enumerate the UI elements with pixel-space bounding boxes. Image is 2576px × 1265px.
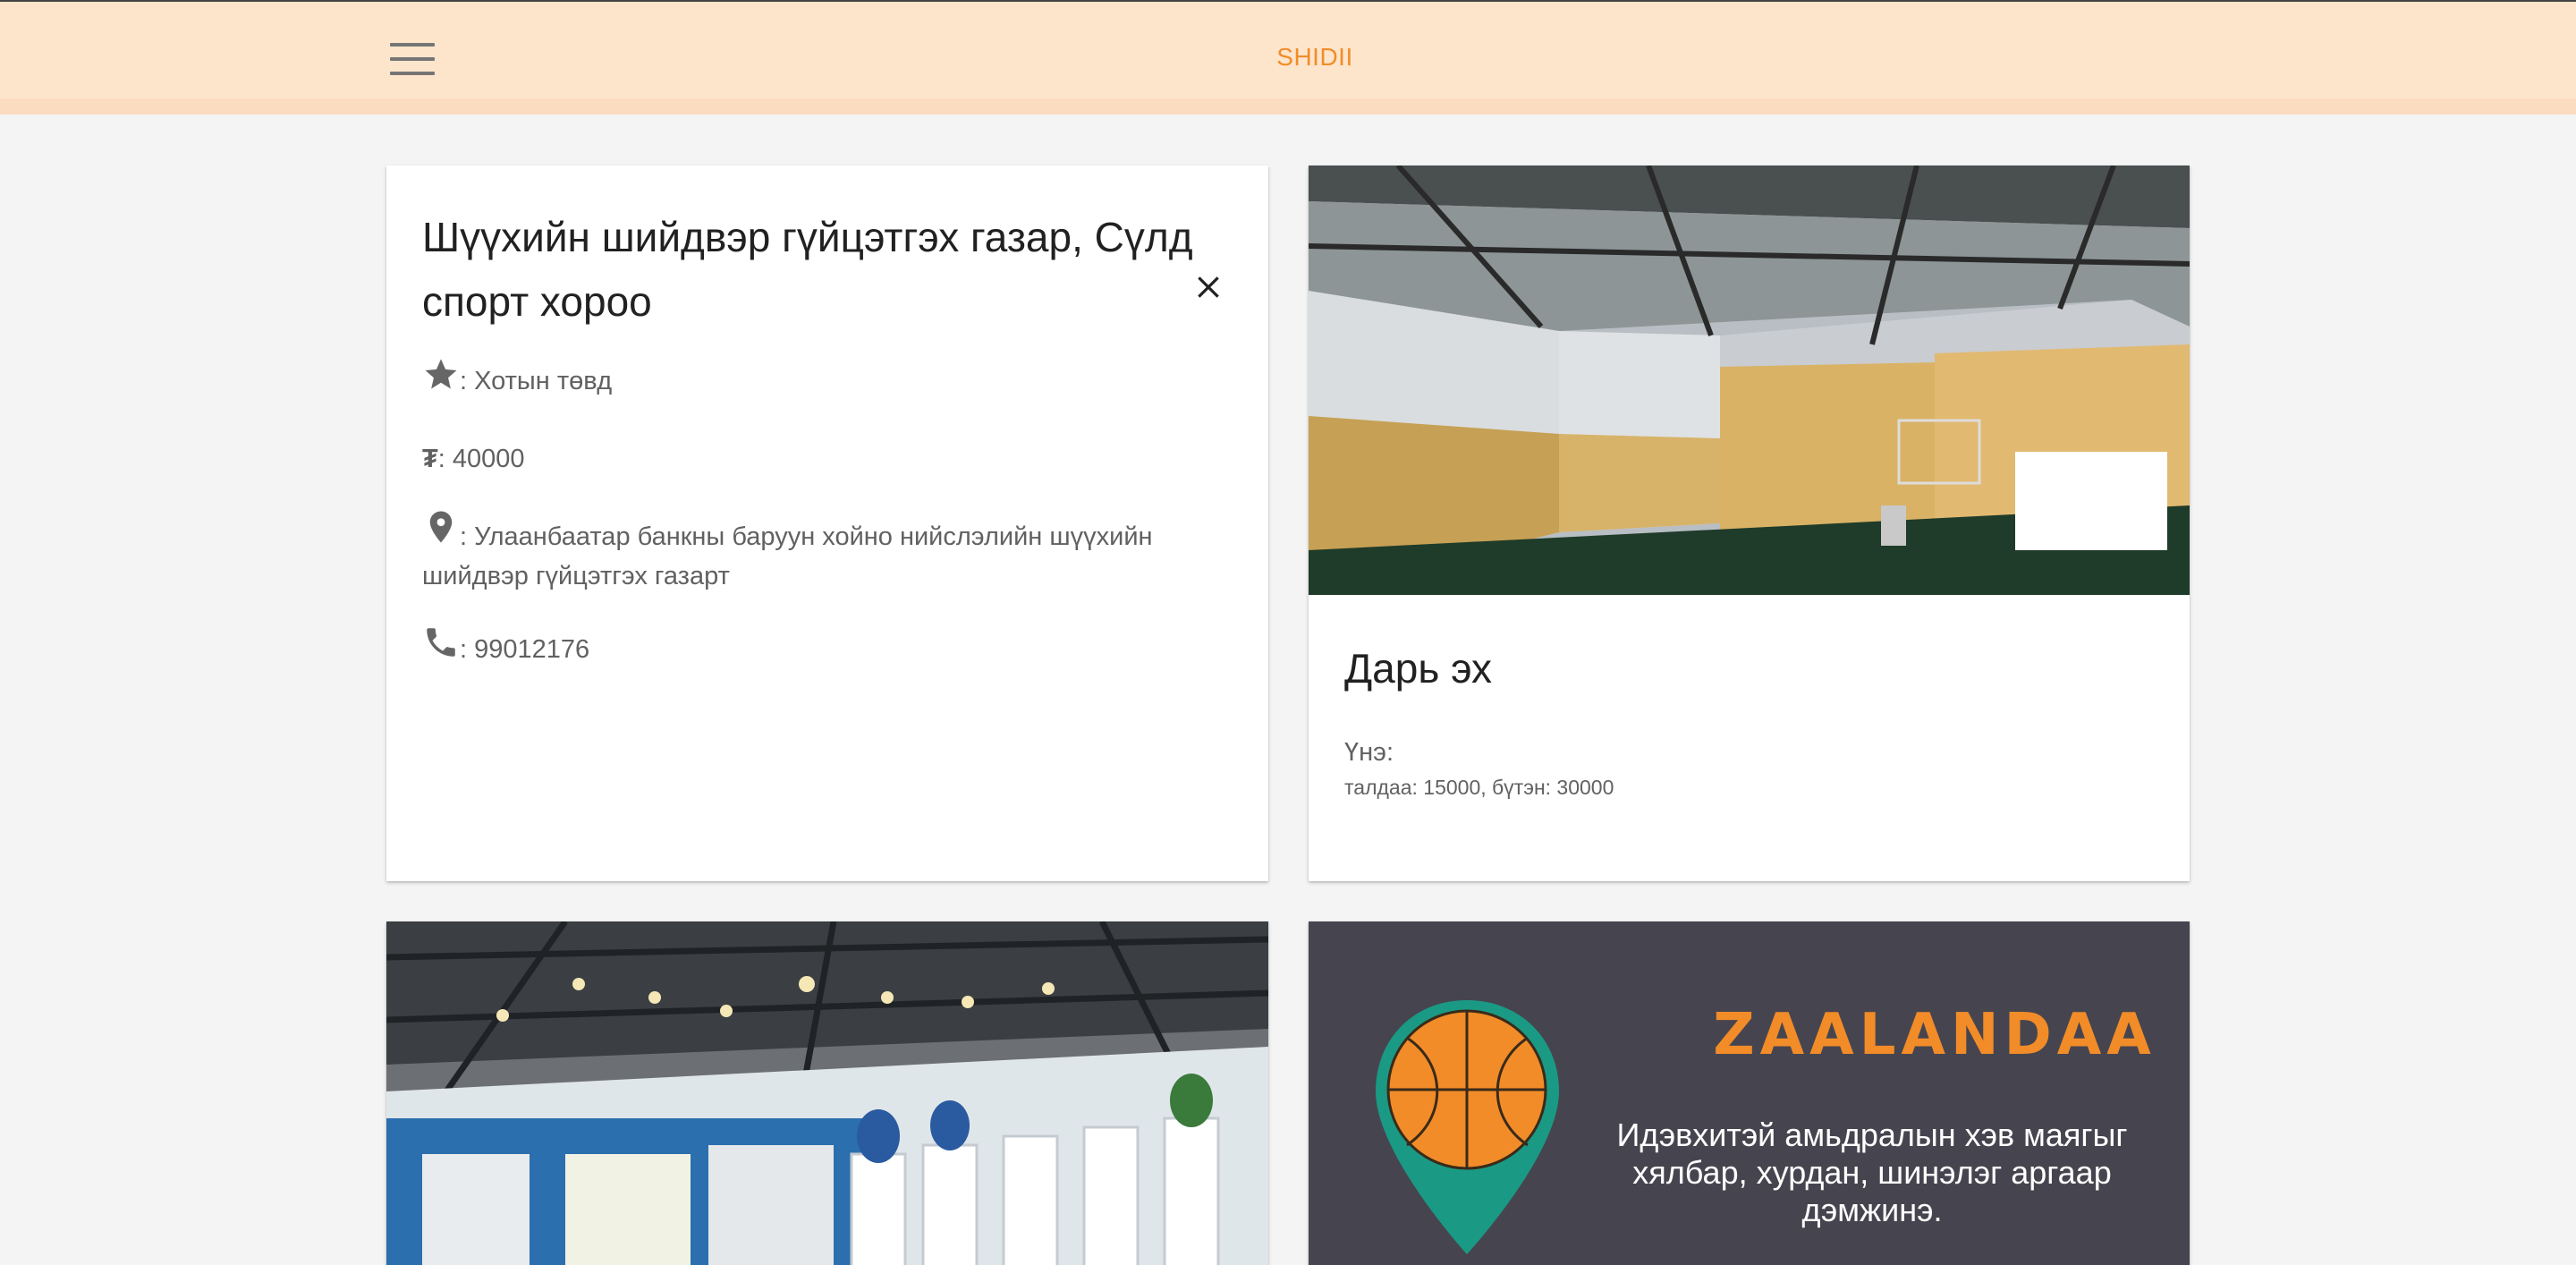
detail-card: Шүүхийн шийдвэр гүйцэтгэх газар, Сүлд сп…: [386, 166, 1268, 881]
hall-card[interactable]: Дарь эх Үнэ: талдаа: 15000, бүтэн: 30000: [1309, 166, 2190, 881]
address-value: : Улаанбаатар банкны баруун хойно нийслэ…: [422, 522, 1153, 590]
brand-title[interactable]: SHIDII: [1234, 43, 1395, 72]
hamburger-menu-icon[interactable]: [390, 43, 435, 75]
tugrik-icon: ₮: [422, 445, 438, 473]
hall-card-2[interactable]: [386, 921, 1268, 1265]
location-pin-icon: [429, 511, 453, 543]
hall-name: Дарь эх: [1344, 645, 1493, 692]
rating-value: : Хотын төвд: [460, 367, 613, 395]
address-row: : Улаанбаатар банкны баруун хойно нийслэ…: [422, 505, 1227, 596]
phone-value: : 99012176: [460, 635, 590, 664]
price-value: талдаа: 15000, бүтэн: 30000: [1344, 776, 1614, 799]
app-header: SHIDII: [0, 2, 2576, 98]
hall-photo-2: [386, 921, 1268, 1265]
price-label: Үнэ:: [1344, 738, 1394, 767]
close-icon[interactable]: [1194, 273, 1223, 301]
header-shadow-band: [0, 98, 2576, 115]
promo-tagline: Идэвхитэй амьдралын хэв маягыг хялбар, х…: [1616, 1116, 2128, 1228]
star-icon: [425, 359, 457, 389]
price-value: : 40000: [437, 445, 525, 473]
basketball-pin-icon: [1376, 1000, 1559, 1254]
hall-photo: [1309, 166, 2190, 595]
zaalandaa-logo: ZAALANDAA: [1713, 1002, 2157, 1068]
venue-title: Шүүхийн шийдвэр гүйцэтгэх газар, Сүлд сп…: [422, 214, 1193, 325]
price-row: ₮: 40000: [422, 439, 1227, 479]
phone-icon: [427, 628, 455, 657]
promo-card: ZAALANDAA Идэвхитэй амьдралын хэв маягыг…: [1309, 921, 2190, 1265]
rating-row: : Хотын төвд: [422, 355, 1227, 401]
phone-row: : 99012176: [422, 624, 1227, 669]
